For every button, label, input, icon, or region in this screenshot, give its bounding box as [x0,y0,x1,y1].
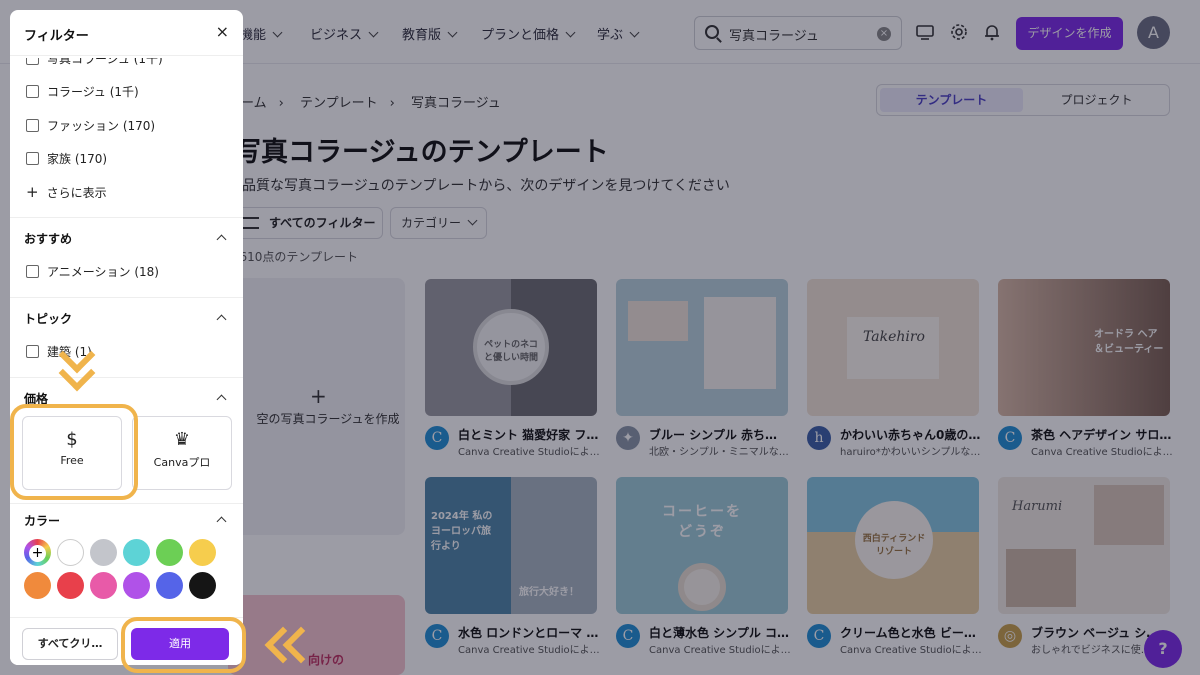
checkbox[interactable] [26,119,39,132]
filter-option-label: コラージュ (1千) [47,85,139,99]
show-more-label: さらに表示 [46,186,107,200]
filter-panel-header: フィルター × [10,10,243,56]
filter-option-label: 家族 (170) [47,152,108,166]
price-pro-label: Canvaプロ [153,456,211,469]
chevron-up-icon[interactable] [216,516,227,527]
highlight-apply-button [121,617,246,673]
color-swatch-blue[interactable] [156,572,183,599]
filter-option-animation[interactable]: アニメーション (18) [26,263,159,280]
divider [10,503,243,504]
color-swatch-rainbow[interactable]: + [24,539,51,566]
plus-icon: + [29,545,46,562]
checkbox[interactable] [26,85,39,98]
show-more-link[interactable]: + さらに表示 [26,183,107,201]
color-swatch-orange[interactable] [24,572,51,599]
divider [10,297,243,298]
divider [10,377,243,378]
highlight-free-option [10,404,138,500]
color-swatch-purple[interactable] [123,572,150,599]
color-swatch-cyan[interactable] [123,539,150,566]
filter-option-collage[interactable]: コラージュ (1千) [26,83,139,100]
divider [10,217,243,218]
crown-icon: ♛ [173,429,191,450]
chevron-up-icon[interactable] [216,234,227,245]
checkbox[interactable] [26,152,39,165]
color-swatch-gray[interactable] [90,539,117,566]
color-swatch-red[interactable] [57,572,84,599]
filter-option-label: アニメーション (18) [47,265,159,279]
filter-panel: フィルター × 写真コラージュ (1千) コラージュ (1千) ファッション (… [10,10,243,665]
checkbox[interactable] [26,265,39,278]
filter-option-family[interactable]: 家族 (170) [26,150,107,167]
filter-option-label: ファッション (170) [47,119,156,133]
plus-icon: + [26,183,39,201]
chevron-up-icon[interactable] [216,394,227,405]
clear-all-button[interactable]: すべてクリ… [22,628,118,660]
section-title-topic: トピック [24,312,73,326]
chevron-up-icon[interactable] [216,314,227,325]
section-title-color: カラー [24,514,61,528]
color-swatch-yellow[interactable] [189,539,216,566]
checkbox[interactable] [26,345,39,358]
close-icon[interactable]: × [216,22,229,41]
color-swatch-white[interactable] [57,539,84,566]
price-pro-option[interactable]: ♛ Canvaプロ [132,416,232,490]
color-swatch-green[interactable] [156,539,183,566]
color-swatch-black[interactable] [189,572,216,599]
filter-panel-title: フィルター [24,29,89,44]
section-title-recommended: おすすめ [24,232,73,246]
color-swatch-pink[interactable] [90,572,117,599]
filter-option-fashion[interactable]: ファッション (170) [26,117,155,134]
